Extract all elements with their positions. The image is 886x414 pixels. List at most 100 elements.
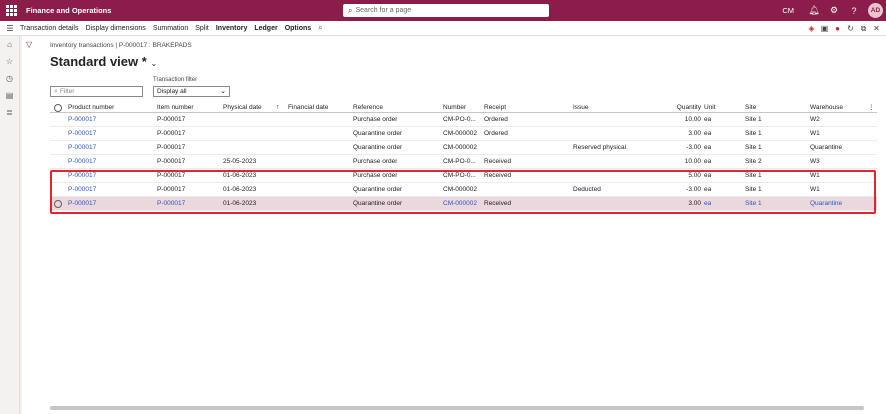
table-row[interactable]: P-000017 P-000017 01-06-2023 Quarantine … [50, 183, 877, 197]
action-inventory[interactable]: Inventory [216, 25, 248, 32]
bell-icon[interactable]: 🔔︎ [806, 5, 822, 16]
physical-date: 25-05-2023 [223, 158, 257, 165]
number: CM-PO-0... [443, 172, 476, 179]
site: Site 1 [745, 144, 762, 151]
filter-input[interactable]: ⌕ Filter [50, 86, 143, 97]
receipt: Ordered [484, 116, 508, 123]
product-number-link[interactable]: P-000017 [68, 169, 96, 183]
close-icon[interactable]: ✕ [870, 24, 883, 33]
quantity: 5.00 [688, 172, 701, 179]
gear-icon[interactable]: ⚙ [826, 5, 842, 16]
product-number-link[interactable]: P-000017 [68, 113, 96, 127]
page-title[interactable]: Standard view * ⌄ [50, 54, 157, 69]
table-row[interactable]: P-000017 P-000017 Quarantine order CM-00… [50, 127, 877, 141]
chevron-down-icon: ⌄ [220, 88, 226, 95]
home-icon[interactable]: ⌂ [0, 36, 19, 53]
hamburger-icon[interactable]: ☰ [0, 24, 20, 33]
item-number-link[interactable]: P-000017 [157, 197, 185, 211]
row-select-radio[interactable] [54, 200, 62, 208]
item-number: P-000017 [157, 158, 186, 165]
warehouse: W1 [810, 130, 820, 137]
avatar[interactable]: AD [868, 3, 883, 18]
column-header-reference[interactable]: Reference [353, 102, 383, 113]
site: Site 1 [745, 186, 762, 193]
action-transaction-details[interactable]: Transaction details [20, 25, 79, 32]
column-header-number[interactable]: Number [443, 102, 466, 113]
app-title[interactable]: Finance and Operations [26, 6, 111, 15]
unit: ea [704, 116, 712, 123]
physical-date: 01-06-2023 [223, 200, 257, 207]
column-header-warehouse[interactable]: Warehouse [810, 102, 843, 113]
number: CM-PO-0... [443, 116, 476, 123]
column-header-receipt[interactable]: Receipt [484, 102, 506, 113]
table-row-selected[interactable]: P-000017 P-000017 01-06-2023 Quarantine … [50, 197, 877, 211]
help-icon[interactable]: ? [846, 6, 862, 16]
search-placeholder: Search for a page [355, 7, 412, 14]
product-number-link[interactable]: P-000017 [68, 197, 96, 211]
site-link[interactable]: Site 1 [745, 197, 762, 211]
item-number: P-000017 [157, 172, 186, 179]
physical-date: 01-06-2023 [223, 186, 257, 193]
column-header-issue[interactable]: Issue [573, 102, 589, 113]
product-number-link[interactable]: P-000017 [68, 183, 96, 197]
warehouse: W3 [810, 158, 820, 165]
unit-link[interactable]: ea [704, 197, 711, 211]
warehouse-link[interactable]: Quarantine [810, 197, 842, 211]
action-summation[interactable]: Summation [153, 25, 188, 32]
column-header-quantity[interactable]: Quantity [664, 102, 701, 113]
office-icon[interactable]: ▣ [818, 24, 831, 33]
table-row[interactable]: P-000017 P-000017 25-05-2023 Purchase or… [50, 155, 877, 169]
main-panel: ▽ Inventory transactions | P-000017 : BR… [22, 36, 886, 414]
column-header-unit[interactable]: Unit [704, 102, 716, 113]
quantity: -3.00 [686, 186, 701, 193]
find-icon[interactable]: ⌕ [318, 23, 322, 33]
site: Site 1 [745, 116, 762, 123]
item-number: P-000017 [157, 116, 186, 123]
refresh-icon[interactable]: ↻ [844, 24, 857, 33]
top-bar: Finance and Operations ⌕ Search for a pa… [0, 0, 886, 21]
table-row[interactable]: P-000017 P-000017 Quarantine order CM-00… [50, 141, 877, 155]
column-header-product-number[interactable]: Product number [68, 102, 114, 113]
attachment-icon[interactable]: ● [831, 24, 844, 33]
more-columns-icon[interactable]: ⋮ [868, 102, 875, 113]
table-row[interactable]: P-000017 P-000017 Purchase order CM-PO-0… [50, 113, 877, 127]
select-all-radio[interactable] [54, 104, 62, 112]
transaction-filter-select[interactable]: Display all ⌄ [153, 86, 230, 97]
clock-icon[interactable]: ◷ [0, 70, 19, 87]
navigation-pane: ⌂ ☆ ◷ ▤ ≣ [0, 36, 20, 414]
column-header-site[interactable]: Site [745, 102, 756, 113]
action-display-dimensions[interactable]: Display dimensions [86, 25, 146, 32]
product-number-link[interactable]: P-000017 [68, 141, 96, 155]
search-input[interactable]: ⌕ Search for a page [343, 4, 549, 17]
action-ledger[interactable]: Ledger [254, 25, 277, 32]
receipt: Received [484, 172, 512, 179]
column-header-financial-date[interactable]: Financial date [288, 102, 328, 113]
quantity: -3.00 [686, 144, 701, 151]
popout-icon[interactable]: ⧉ [857, 24, 870, 34]
issue: Reserved physical [573, 144, 627, 151]
list-icon[interactable]: ≣ [0, 104, 19, 121]
table-row[interactable]: P-000017 P-000017 01-06-2023 Purchase or… [50, 169, 877, 183]
action-options[interactable]: Options [285, 25, 311, 32]
app-launcher-icon[interactable] [6, 5, 17, 16]
number: CM-000002 [443, 130, 477, 137]
site: Site 1 [745, 172, 762, 179]
warehouse: Quarantine [810, 144, 843, 151]
workspace-icon[interactable]: ▤ [0, 87, 19, 104]
horizontal-scrollbar[interactable] [50, 406, 864, 410]
column-header-item-number[interactable]: Item number [157, 102, 194, 113]
reference: Quarantine order [353, 144, 403, 151]
column-header-physical-date[interactable]: Physical date [223, 102, 262, 113]
quantity: 3.00 [688, 200, 701, 207]
company-picker[interactable]: CM [782, 6, 794, 15]
filter-pane-icon[interactable]: ▽ [26, 40, 32, 49]
star-icon[interactable]: ☆ [0, 53, 19, 70]
action-split[interactable]: Split [195, 25, 209, 32]
receipt: Received [484, 158, 512, 165]
diamond-icon[interactable]: ◈ [805, 24, 818, 33]
number-link[interactable]: CM-000002 [443, 197, 481, 211]
quantity: 3.00 [688, 130, 701, 137]
product-number-link[interactable]: P-000017 [68, 155, 96, 169]
action-pane: ☰ Transaction details Display dimensions… [0, 21, 886, 36]
product-number-link[interactable]: P-000017 [68, 127, 96, 141]
